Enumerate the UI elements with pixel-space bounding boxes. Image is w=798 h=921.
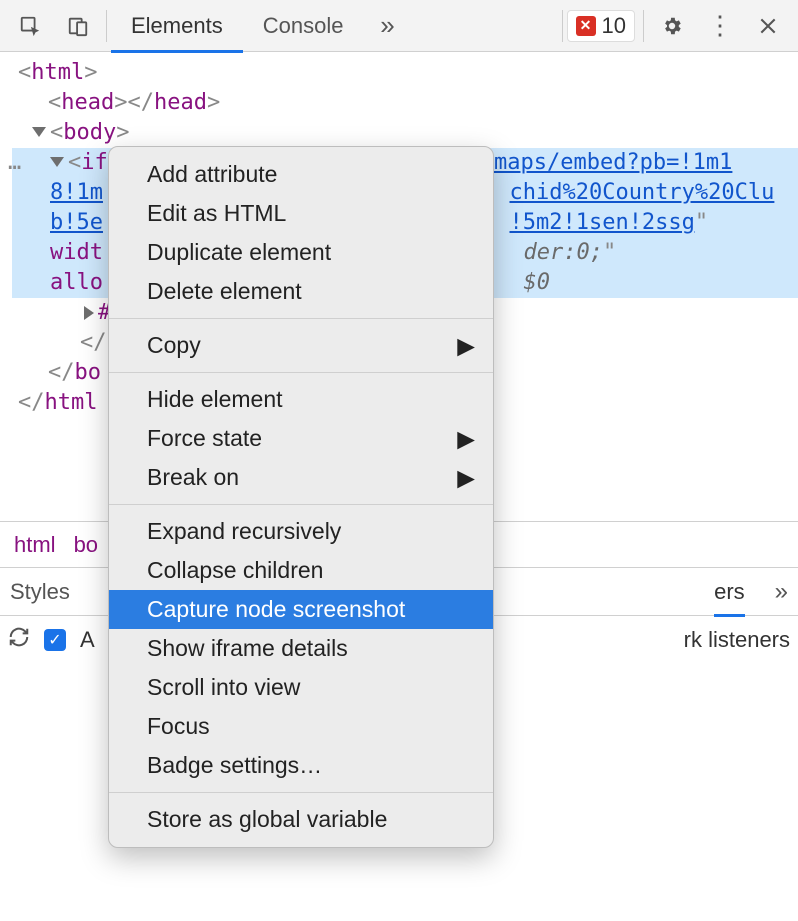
ctx-show-iframe-details[interactable]: Show iframe details [109, 629, 493, 668]
node-body-open[interactable]: <body> [12, 118, 798, 148]
node-html-open[interactable]: <html> [12, 58, 798, 88]
ancestors-checkbox[interactable]: ✓ [44, 629, 66, 651]
error-counter[interactable]: ✕ 10 [567, 10, 635, 42]
ctx-expand-recursively[interactable]: Expand recursively [109, 512, 493, 551]
close-icon[interactable] [748, 6, 788, 46]
submenu-arrow-icon: ▶ [457, 332, 475, 359]
collapsed-triangle-icon[interactable] [84, 306, 94, 320]
more-tabs-icon[interactable]: » [367, 6, 407, 46]
framework-listeners-label: rk listeners [684, 627, 790, 653]
ctx-scroll-into-view[interactable]: Scroll into view [109, 668, 493, 707]
ctx-add-attribute[interactable]: Add attribute [109, 155, 493, 194]
tab-console[interactable]: Console [243, 0, 364, 52]
devtools-toolbar: Elements Console » ✕ 10 ⋮ [0, 0, 798, 52]
ctx-edit-as-html[interactable]: Edit as HTML [109, 194, 493, 233]
submenu-arrow-icon: ▶ [457, 464, 475, 491]
separator [106, 10, 107, 42]
ctx-collapse-children[interactable]: Collapse children [109, 551, 493, 590]
ctx-break-on[interactable]: Break on ▶ [109, 458, 493, 497]
ctx-hide-element[interactable]: Hide element [109, 380, 493, 419]
ctx-capture-node-screenshot[interactable]: Capture node screenshot [109, 590, 493, 629]
context-menu: Add attribute Edit as HTML Duplicate ele… [108, 146, 494, 848]
panel-tabs: Elements Console » [111, 0, 411, 52]
inspect-icon[interactable] [10, 6, 50, 46]
device-toggle-icon[interactable] [58, 6, 98, 46]
ctx-delete-element[interactable]: Delete element [109, 272, 493, 311]
node-head[interactable]: <head></head> [12, 88, 798, 118]
ctx-force-state[interactable]: Force state ▶ [109, 419, 493, 458]
separator [109, 318, 493, 319]
ctx-copy[interactable]: Copy ▶ [109, 326, 493, 365]
ctx-focus[interactable]: Focus [109, 707, 493, 746]
expand-triangle-icon[interactable] [32, 127, 46, 137]
ctx-store-global-variable[interactable]: Store as global variable [109, 800, 493, 839]
ctx-badge-settings[interactable]: Badge settings… [109, 746, 493, 785]
settings-icon[interactable] [652, 6, 692, 46]
ctx-duplicate-element[interactable]: Duplicate element [109, 233, 493, 272]
error-count: 10 [602, 13, 626, 39]
separator [643, 10, 644, 42]
separator [109, 792, 493, 793]
error-icon: ✕ [576, 16, 596, 36]
submenu-arrow-icon: ▶ [457, 425, 475, 452]
refresh-icon[interactable] [8, 626, 30, 654]
kebab-menu-icon[interactable]: ⋮ [700, 6, 740, 46]
crumb-body[interactable]: bo [74, 532, 98, 558]
subtab-styles[interactable]: Styles [10, 579, 70, 605]
separator [562, 10, 563, 42]
subtab-event-listeners[interactable]: ers [714, 579, 745, 605]
overflow-dots-icon: … [8, 148, 23, 178]
separator [109, 372, 493, 373]
expand-triangle-icon[interactable] [50, 157, 64, 167]
tab-elements[interactable]: Elements [111, 0, 243, 52]
separator [109, 504, 493, 505]
more-subtabs-icon[interactable]: » [775, 578, 788, 606]
crumb-html[interactable]: html [14, 532, 56, 558]
ancestors-partial: A [80, 627, 95, 653]
